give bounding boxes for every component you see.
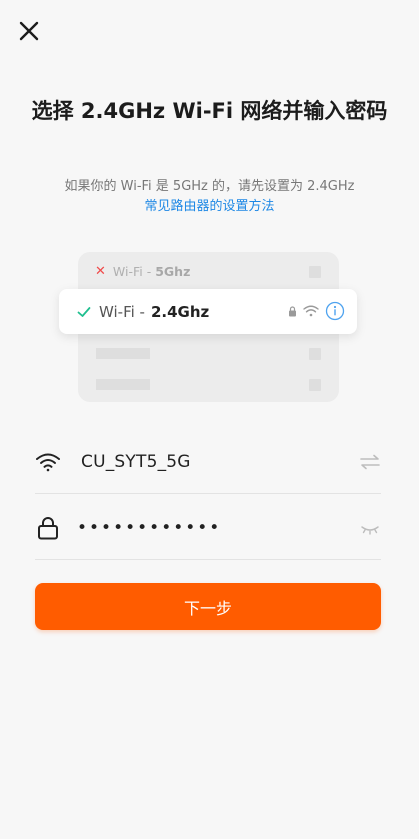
lock-icon <box>35 515 61 541</box>
wifi-name-value: CU_SYT5_5G <box>81 451 191 472</box>
router-settings-link[interactable]: 常见路由器的设置方法 <box>20 197 399 217</box>
placeholder-square <box>309 379 321 391</box>
cross-icon: ✕ <box>95 263 106 279</box>
info-icon <box>325 301 345 321</box>
bad-network-prefix: Wi-Fi - <box>112 263 152 279</box>
eye-closed-icon[interactable] <box>359 518 381 538</box>
page-subtitle: 如果你的 Wi-Fi 是 5GHz 的，请先设置为 2.4GHz 常见路由器的设… <box>20 177 399 217</box>
subtitle-text: 如果你的 Wi-Fi 是 5GHz 的，请先设置为 2.4GHz <box>64 179 355 194</box>
wifi-icon <box>35 449 61 475</box>
bad-network-band: 5Ghz <box>155 263 191 279</box>
placeholder-bar <box>96 348 150 359</box>
bad-network-row: ✕ Wi-Fi - 5Ghz <box>95 262 190 280</box>
network-status-icons <box>288 301 345 321</box>
next-button[interactable]: 下一步 <box>35 583 381 630</box>
page-title: 选择 2.4GHz Wi-Fi 网络并输入密码 <box>31 99 388 123</box>
password-field[interactable]: •••••••••••• <box>35 496 381 560</box>
good-network-card: Wi-Fi - 2.4Ghz <box>59 289 357 334</box>
switch-network-icon[interactable] <box>359 452 381 472</box>
lock-icon <box>289 305 296 316</box>
close-button[interactable] <box>14 16 44 46</box>
good-network-band: 2.4Ghz <box>150 302 210 321</box>
placeholder-square <box>309 266 321 278</box>
close-icon <box>19 21 39 41</box>
good-network-prefix: Wi-Fi - <box>99 302 145 321</box>
check-icon <box>77 306 91 317</box>
placeholder-bar <box>96 379 150 390</box>
wifi-name-field[interactable]: CU_SYT5_5G <box>35 430 381 494</box>
wifi-signal-icon <box>303 305 319 317</box>
placeholder-square <box>309 348 321 360</box>
password-value: •••••••••••• <box>77 517 222 538</box>
